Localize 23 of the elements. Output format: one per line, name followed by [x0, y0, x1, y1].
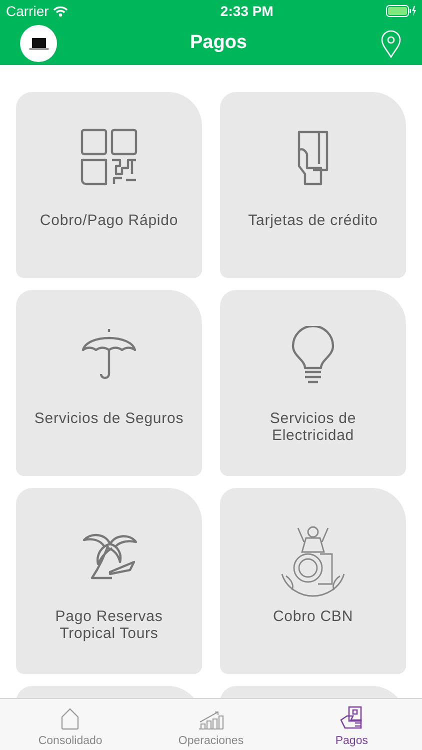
tile-button[interactable]: Servicios de Electricidad	[220, 290, 406, 476]
bar-chart-icon	[198, 710, 224, 730]
umbrella-icon	[81, 326, 137, 380]
qr-code-icon	[80, 128, 138, 186]
laptop-icon	[28, 36, 48, 50]
hand-with-bill-icon	[340, 706, 364, 730]
avatar-button[interactable]	[20, 25, 57, 62]
tab[interactable]: Consolidado	[0, 699, 141, 750]
tile-button[interactable]: Cobro/Pago Rápido	[16, 92, 202, 278]
tab[interactable]: Operaciones	[140, 699, 282, 750]
carrier-name: Carrier	[6, 2, 49, 20]
battery-icon	[386, 5, 416, 17]
tab[interactable]: Pagos	[281, 699, 422, 750]
home-icon	[61, 708, 80, 730]
card-in-hand-icon	[295, 128, 331, 186]
tile-button[interactable]: Tarjetas de crédito	[220, 92, 406, 278]
tile-button[interactable]: Cobro CBN	[220, 488, 406, 674]
tile-button[interactable]: Servicios de Seguros	[16, 290, 202, 476]
tile-button[interactable]: Pago Reservas Tropical Tours	[16, 488, 202, 674]
clock-time: 2:33 PM	[220, 2, 274, 20]
wifi-icon	[52, 6, 68, 16]
page-title: Pagos	[190, 31, 248, 56]
location-pin-icon[interactable]	[380, 30, 402, 58]
